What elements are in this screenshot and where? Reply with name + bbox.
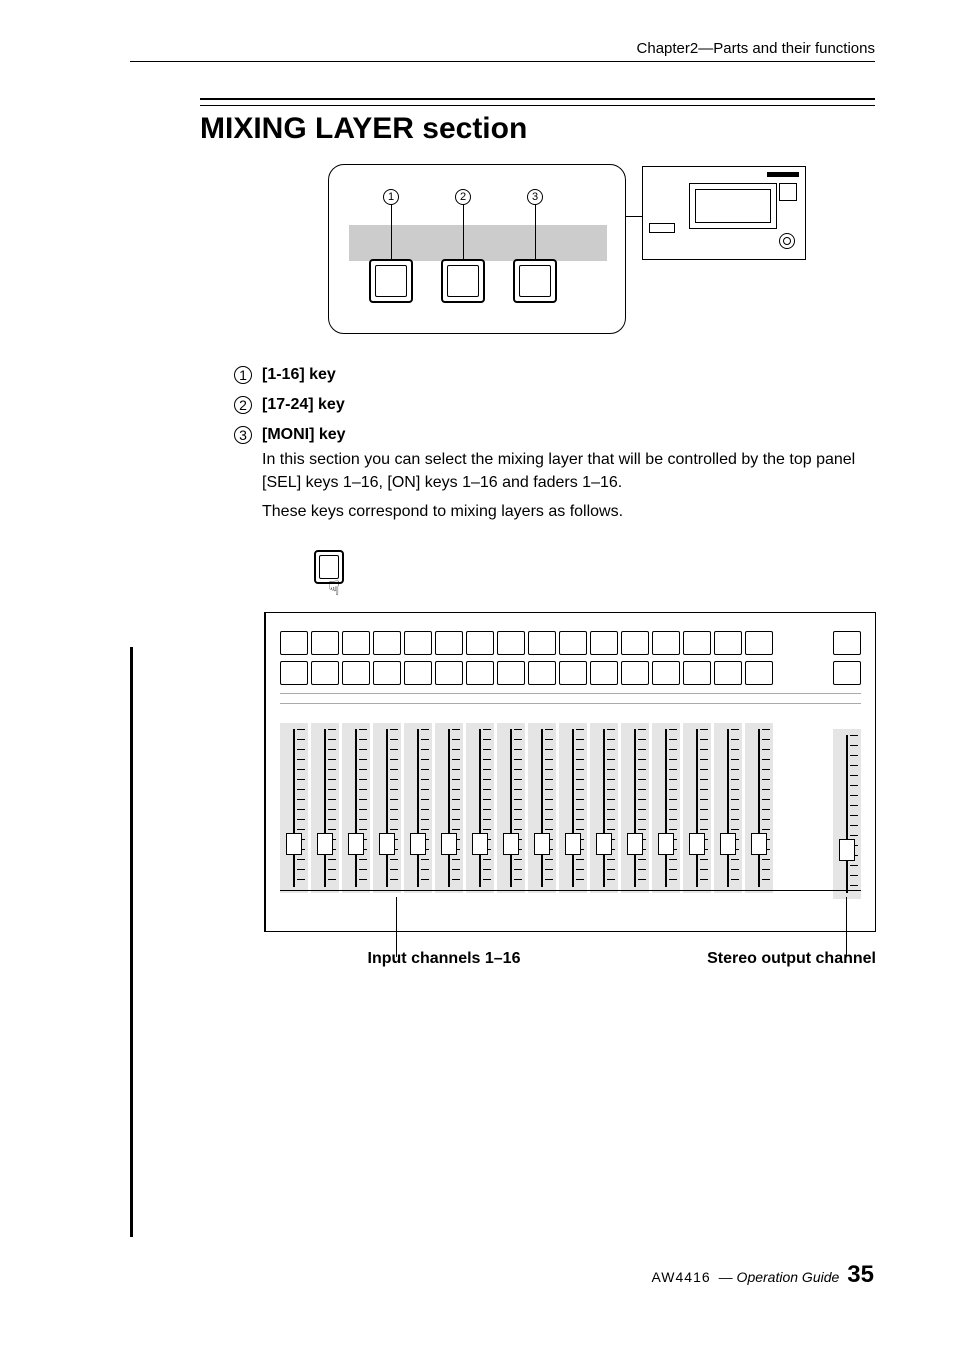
- sel-key-icon: [590, 631, 618, 655]
- mixer-layout-figure: Input channels 1–16 Stereo output channe…: [264, 612, 876, 968]
- fader-icon: [497, 723, 525, 893]
- fader-icon: [280, 723, 308, 893]
- sel-key-icon: [559, 631, 587, 655]
- callout-2: 2: [455, 189, 471, 205]
- key-moni-icon: [513, 259, 557, 303]
- on-key-icon: [745, 661, 773, 685]
- caption-stereo-output: Stereo output channel: [707, 950, 876, 968]
- chapter-header: Chapter2—Parts and their functions: [130, 40, 875, 62]
- fader-icon: [404, 723, 432, 893]
- caption-input-channels: Input channels 1–16: [294, 950, 594, 968]
- sel-key-icon: [311, 631, 339, 655]
- callout-list: 1 [1-16] key 2 [17-24] key 3 [MONI] key: [234, 366, 874, 444]
- sel-key-icon: [528, 631, 556, 655]
- sel-key-icon: [683, 631, 711, 655]
- brand-logo: AW4416: [651, 1269, 710, 1285]
- sel-key-icon: [280, 631, 308, 655]
- on-key-icon: [497, 661, 525, 685]
- on-key-icon: [373, 661, 401, 685]
- sel-key-icon: [621, 631, 649, 655]
- on-key-icon: [342, 661, 370, 685]
- fader-icon: [528, 723, 556, 893]
- on-key-icon: [621, 661, 649, 685]
- on-key-icon: [714, 661, 742, 685]
- fader-icon: [342, 723, 370, 893]
- on-key-icon: [280, 661, 308, 685]
- body-text: In this section you can select the mixin…: [262, 448, 874, 524]
- callout-num-3: 3: [234, 426, 262, 444]
- fader-icon: [590, 723, 618, 893]
- callout-num-2: 2: [234, 396, 262, 414]
- item-label-2: [17-24] key: [262, 396, 345, 414]
- on-key-icon: [559, 661, 587, 685]
- on-key-icon: [311, 661, 339, 685]
- section-rule: [200, 98, 875, 106]
- item-label-1: [1-16] key: [262, 366, 336, 384]
- fader-icon: [466, 723, 494, 893]
- callout-1: 1: [383, 189, 399, 205]
- callout-num-1: 1: [234, 366, 262, 384]
- page-footer: AW4416 — Operation Guide 35: [651, 1261, 874, 1289]
- on-key-icon: [435, 661, 463, 685]
- sel-key-icon: [745, 631, 773, 655]
- on-key-icon: [466, 661, 494, 685]
- sel-key-icon: [652, 631, 680, 655]
- fader-icon: [714, 723, 742, 893]
- vertical-rule: [130, 647, 133, 1237]
- fader-icon: [745, 723, 773, 893]
- item-label-3: [MONI] key: [262, 426, 346, 444]
- fader-icon: [559, 723, 587, 893]
- on-key-icon: [590, 661, 618, 685]
- key-1-16-icon: [369, 259, 413, 303]
- fader-icon: [683, 723, 711, 893]
- sel-key-icon: [714, 631, 742, 655]
- fader-icon: [373, 723, 401, 893]
- device-overview-icon: [642, 166, 806, 260]
- panel-zoom: 1 2 3: [328, 164, 626, 334]
- callout-3: 3: [527, 189, 543, 205]
- sel-key-icon: [435, 631, 463, 655]
- on-key-icon: [683, 661, 711, 685]
- fader-icon: [652, 723, 680, 893]
- sel-key-icon: [497, 631, 525, 655]
- sel-key-icon: [373, 631, 401, 655]
- fader-icon: [435, 723, 463, 893]
- sel-key-icon: [342, 631, 370, 655]
- on-key-icon: [528, 661, 556, 685]
- press-key-icon: ☟: [314, 550, 354, 600]
- stereo-channel-icon: [833, 631, 861, 917]
- fader-icon: [311, 723, 339, 893]
- mixing-layer-diagram: 1 2 3: [328, 164, 806, 336]
- on-key-icon: [404, 661, 432, 685]
- key-17-24-icon: [441, 259, 485, 303]
- sel-key-icon: [404, 631, 432, 655]
- sel-key-icon: [466, 631, 494, 655]
- on-key-icon: [652, 661, 680, 685]
- fader-icon: [621, 723, 649, 893]
- page-number: 35: [847, 1261, 874, 1289]
- section-title: MIXING LAYER section: [200, 112, 875, 146]
